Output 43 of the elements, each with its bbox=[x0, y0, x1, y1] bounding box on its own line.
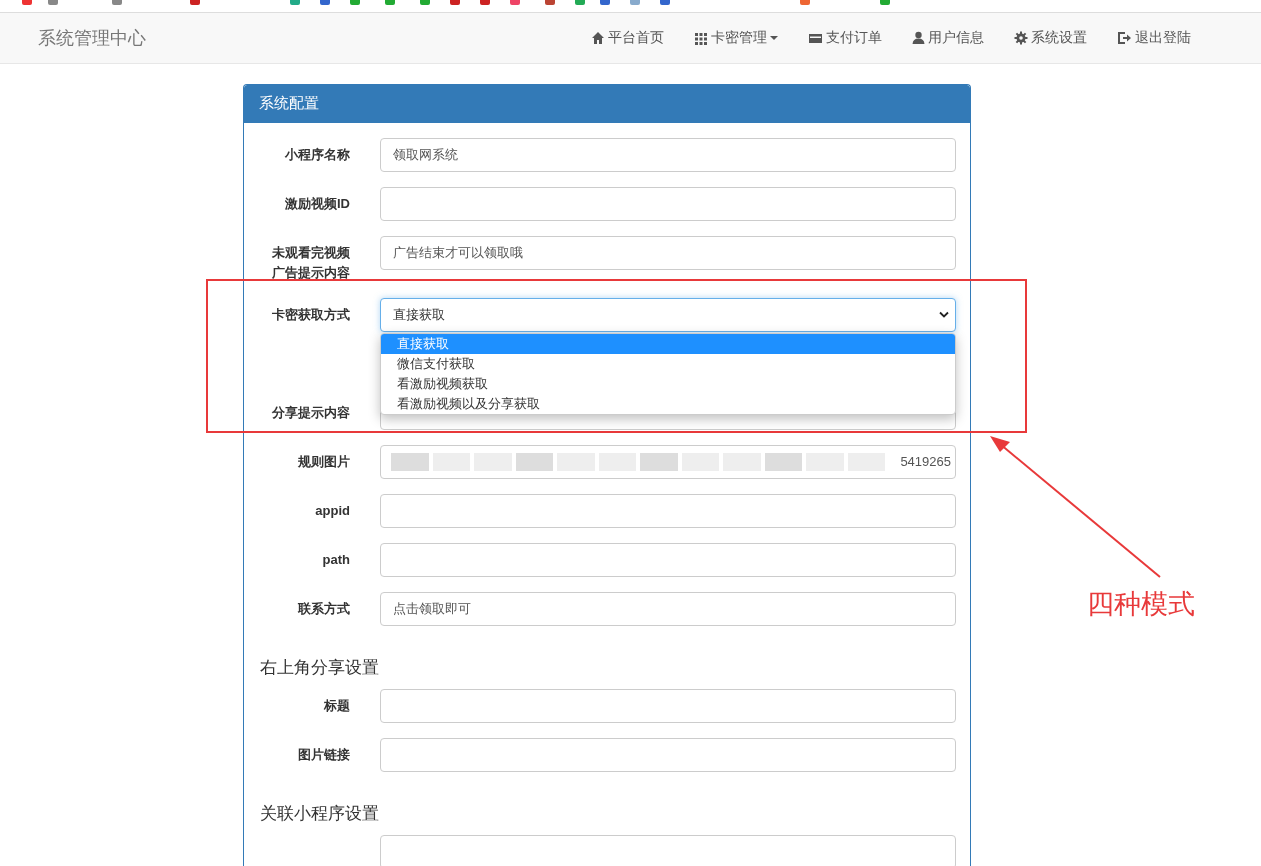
dropdown-option[interactable]: 看激励视频获取 bbox=[381, 374, 955, 394]
dropdown-option[interactable]: 看激励视频以及分享获取 bbox=[381, 394, 955, 414]
input-field[interactable]: 点击领取即可 bbox=[380, 592, 956, 626]
input-field[interactable] bbox=[380, 494, 956, 528]
nav-link[interactable]: 卡密管理 bbox=[694, 29, 778, 47]
section-heading: 右上角分享设置 bbox=[260, 657, 380, 679]
field-label: 小程序名称 bbox=[285, 147, 350, 162]
nav-link[interactable]: 系统设置 bbox=[1014, 29, 1087, 47]
field-label: path bbox=[322, 552, 350, 567]
input-field[interactable] bbox=[380, 543, 956, 577]
field-label: 激励视频ID bbox=[285, 196, 350, 211]
brand-link[interactable]: 系统管理中心 bbox=[38, 26, 146, 50]
nav-link[interactable]: 平台首页 bbox=[591, 29, 664, 47]
nav-link[interactable]: 退出登陆 bbox=[1117, 29, 1191, 47]
home-icon bbox=[591, 31, 605, 45]
chevron-down-icon bbox=[939, 311, 949, 319]
field-label: 标题 bbox=[324, 698, 350, 713]
grid-icon bbox=[694, 31, 708, 45]
nav-link[interactable]: 用户信息 bbox=[912, 29, 984, 47]
input-field[interactable]: 广告结束才可以领取哦 bbox=[380, 236, 956, 270]
field-label: 联系方式 bbox=[298, 601, 350, 616]
field-label: 图片链接 bbox=[298, 747, 350, 762]
input-field[interactable] bbox=[380, 187, 956, 221]
section-heading: 关联小程序设置 bbox=[260, 803, 380, 825]
credit-card-icon bbox=[808, 31, 823, 45]
logout-icon bbox=[1117, 31, 1132, 45]
field-label: 分享提示内容 bbox=[272, 405, 350, 420]
input-field[interactable] bbox=[380, 689, 956, 723]
select-field[interactable]: 直接获取 bbox=[380, 298, 956, 332]
annotation-text: 四种模式 bbox=[1087, 588, 1195, 621]
nav-link[interactable]: 支付订单 bbox=[808, 29, 882, 47]
panel-title: 系统配置 bbox=[244, 85, 970, 123]
input-field[interactable] bbox=[380, 738, 956, 772]
input-field[interactable] bbox=[380, 835, 956, 866]
dropdown-option[interactable]: 微信支付获取 bbox=[381, 354, 955, 374]
settings-icon bbox=[1014, 31, 1028, 45]
input-field[interactable]: 领取网系统 bbox=[380, 138, 956, 172]
field-label: 未观看完视频广告提示内容 bbox=[272, 245, 350, 280]
user-icon bbox=[912, 31, 925, 45]
field-label: appid bbox=[315, 503, 350, 518]
input-field[interactable]: 5419265 bbox=[380, 445, 956, 479]
field-label: 卡密获取方式 bbox=[272, 307, 350, 322]
field-label: 规则图片 bbox=[298, 454, 350, 469]
